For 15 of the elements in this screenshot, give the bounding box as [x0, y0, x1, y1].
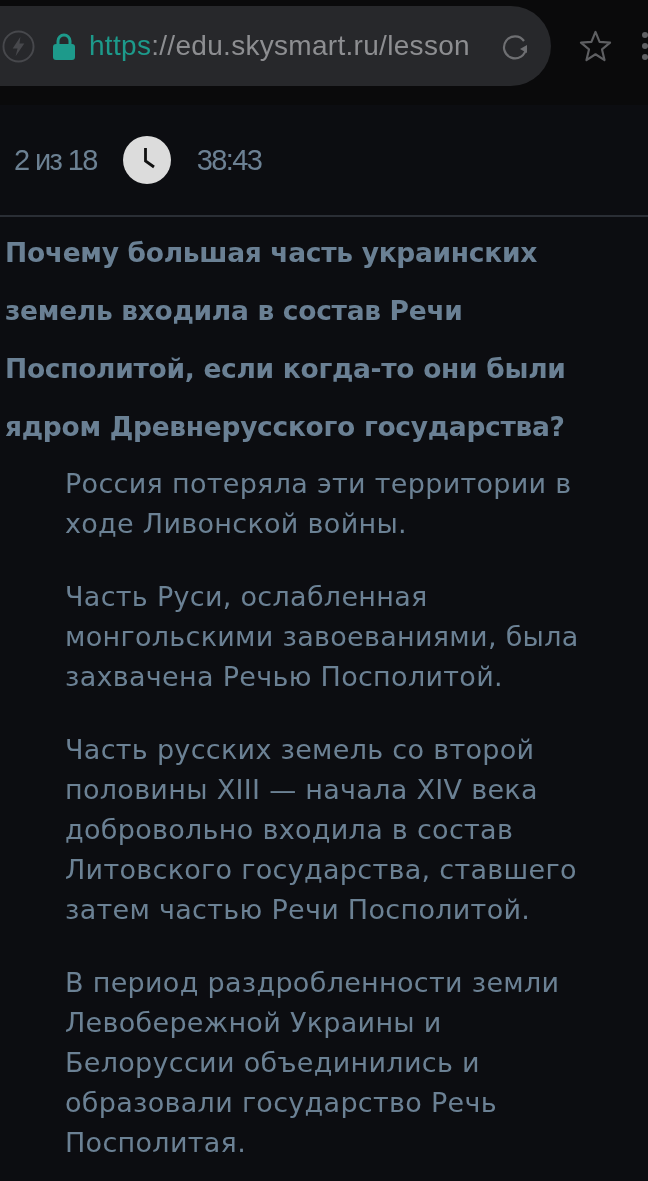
- reload-icon[interactable]: [501, 32, 529, 60]
- question-text: Почему большая часть украинских земель входила в состав Речи Посполитой, если когда-то они были ядром Древнерусского государства?: [4, 236, 567, 444]
- menu-icon[interactable]: [642, 31, 648, 61]
- address-bar[interactable]: https://edu.skysmart.ru/lesson: [0, 6, 551, 86]
- answer-option[interactable]: Часть русских земель со второй половины XIII — начала XIV века добровольно входила в состав Литовского государства, ставшего затем частью Речи Посполитой.: [65, 730, 620, 930]
- timer-text: 38:43: [196, 143, 262, 177]
- question-counter: 2 из 18: [14, 143, 97, 177]
- clock-icon: [122, 136, 171, 184]
- answer-option[interactable]: В период раздробленности земли Левобережной Украины и Белоруссии объединились и образовали государство Речь Посполитая.: [65, 963, 620, 1163]
- lock-icon: [53, 32, 75, 60]
- url-text[interactable]: https://edu.skysmart.ru/lesson: [89, 30, 470, 62]
- answer-option[interactable]: Часть Руси, ослабленная монгольскими завоеваниями, была захвачена Речью Посполитой.: [65, 577, 620, 697]
- lightning-bolt-icon[interactable]: [2, 29, 35, 63]
- star-icon[interactable]: [579, 30, 612, 63]
- answer-option[interactable]: Россия потеряла эти территории в ходе Ливонской войны.: [65, 464, 620, 544]
